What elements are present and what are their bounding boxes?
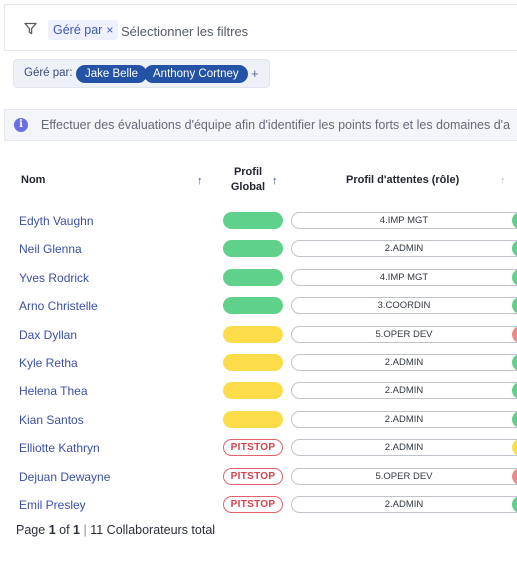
employee-name-link[interactable]: Elliotte Kathryn <box>19 441 100 455</box>
table-row[interactable]: Dax Dyllan 5.OPER DEV <box>0 321 517 349</box>
role-profile-bar[interactable]: 4.IMP MGT <box>291 212 517 229</box>
manager-filter-box: Géré par: Jake Belle Anthony Cortney + <box>13 59 270 88</box>
pager-total-text: 11 Collaborateurs total <box>90 523 216 537</box>
manager-pill[interactable]: Anthony Cortney <box>144 65 248 83</box>
info-banner: i Effectuer des évaluations d'équipe afi… <box>4 109 517 141</box>
manager-pill[interactable]: Jake Belle <box>76 65 148 83</box>
role-label: 4.IMP MGT <box>379 271 429 283</box>
role-profile-bar[interactable]: 2.ADMIN <box>291 240 517 258</box>
filter-chip-gere-par[interactable]: Géré par × <box>48 20 119 40</box>
role-label: 2.ADMIN <box>384 357 424 368</box>
sort-arrow-icon[interactable]: ↑ <box>500 175 506 187</box>
role-profile-bar[interactable]: 5.OPER DEV <box>291 467 517 485</box>
profil-global-status: PITSTOP <box>223 496 283 513</box>
role-profile-bar[interactable]: 2.ADMIN <box>291 410 517 428</box>
employee-name-link[interactable]: Yves Rodrick <box>19 271 89 285</box>
role-label: 2.ADMIN <box>384 442 424 454</box>
role-profile-bar[interactable]: 2.ADMIN <box>291 354 517 371</box>
pagination: Page 1 of 1 | 11 Collaborateurs total <box>16 523 215 537</box>
role-label: 2.ADMIN <box>384 385 424 397</box>
info-text: Effectuer des évaluations d'équipe afin … <box>41 118 511 132</box>
profil-global-status <box>223 325 283 343</box>
filter-icon[interactable] <box>24 22 37 35</box>
profil-global-status <box>223 240 283 258</box>
close-icon[interactable]: × <box>106 23 113 37</box>
role-profile-bar[interactable]: 2.ADMIN <box>291 439 517 457</box>
pager-current: 1 <box>48 523 56 537</box>
employee-name-link[interactable]: Helena Thea <box>19 384 88 398</box>
employee-name-link[interactable]: Neil Glenna <box>19 242 82 256</box>
profil-global-status <box>223 382 283 400</box>
table-row[interactable]: Arno Christelle 3.COORDIN <box>0 292 517 320</box>
column-header-profil-global[interactable]: Profil Global <box>228 165 268 195</box>
profil-global-status <box>223 410 283 428</box>
table-row[interactable]: Dejuan Dewayne PITSTOP 5.OPER DEV <box>0 463 517 491</box>
role-profile-bar[interactable]: 5.OPER DEV <box>291 325 517 343</box>
role-label: 3.COORDIN <box>377 300 431 312</box>
profil-global-status <box>223 268 283 286</box>
pager-page-word: Page <box>16 523 46 537</box>
table-row[interactable]: Edyth Vaughn 4.IMP MGT <box>0 207 517 235</box>
column-header-profil-attentes[interactable]: Profil d'attentes (rôle) <box>346 174 459 186</box>
pager-separator: | <box>83 523 87 537</box>
table-row[interactable]: Kyle Retha 2.ADMIN <box>0 349 517 377</box>
employee-name-link[interactable]: Edyth Vaughn <box>19 214 94 228</box>
info-icon: i <box>14 118 28 132</box>
role-profile-bar[interactable]: 2.ADMIN <box>291 496 517 513</box>
filter-chip-label: Géré par <box>53 23 103 37</box>
pager-total-pages: 1 <box>73 523 80 537</box>
employee-name-link[interactable]: Kyle Retha <box>19 356 78 370</box>
profil-global-status: PITSTOP <box>223 467 283 485</box>
role-label: 2.ADMIN <box>384 413 424 425</box>
column-header-line: Profil <box>233 166 263 178</box>
table-row[interactable]: Kian Santos 2.ADMIN <box>0 406 517 434</box>
role-label: 2.ADMIN <box>384 243 424 255</box>
pager-of-word: of <box>59 523 70 537</box>
divider <box>4 50 517 51</box>
profil-global-status: PITSTOP <box>223 439 283 457</box>
employee-name-link[interactable]: Arno Christelle <box>19 299 98 313</box>
role-profile-bar[interactable]: 2.ADMIN <box>291 382 517 400</box>
role-profile-bar[interactable]: 4.IMP MGT <box>291 268 517 286</box>
employee-name-link[interactable]: Dax Dyllan <box>19 328 77 342</box>
filter-bar: Géré par × Sélectionner les filtres <box>4 4 517 51</box>
role-label: 2.ADMIN <box>384 499 424 510</box>
table-row[interactable]: Elliotte Kathryn PITSTOP 2.ADMIN <box>0 434 517 462</box>
role-label: 5.OPER DEV <box>375 470 433 482</box>
employee-name-link[interactable]: Emil Presley <box>19 498 86 512</box>
profil-global-status <box>223 297 283 315</box>
profil-global-status <box>223 212 283 229</box>
employee-name-link[interactable]: Dejuan Dewayne <box>19 470 110 484</box>
employee-name-link[interactable]: Kian Santos <box>19 413 84 427</box>
sort-arrow-icon[interactable]: ↑ <box>197 175 203 187</box>
table-row[interactable]: Emil Presley PITSTOP 2.ADMIN <box>0 491 517 519</box>
table-row[interactable]: Neil Glenna 2.ADMIN <box>0 235 517 263</box>
table-row[interactable]: Helena Thea 2.ADMIN <box>0 377 517 405</box>
role-label: 5.OPER DEV <box>375 328 433 340</box>
role-label: 4.IMP MGT <box>379 215 429 226</box>
column-header-line: Global <box>230 181 266 193</box>
filter-search-input[interactable]: Sélectionner les filtres <box>121 24 248 39</box>
table-row[interactable]: Yves Rodrick 4.IMP MGT <box>0 264 517 292</box>
manager-filter-label: Géré par: <box>24 67 73 79</box>
role-profile-bar[interactable]: 3.COORDIN <box>291 297 517 315</box>
column-header-nom[interactable]: Nom <box>21 174 45 186</box>
add-manager-icon[interactable]: + <box>251 66 259 81</box>
profil-global-status <box>223 354 283 371</box>
sort-arrow-icon[interactable]: ↑ <box>272 175 278 187</box>
